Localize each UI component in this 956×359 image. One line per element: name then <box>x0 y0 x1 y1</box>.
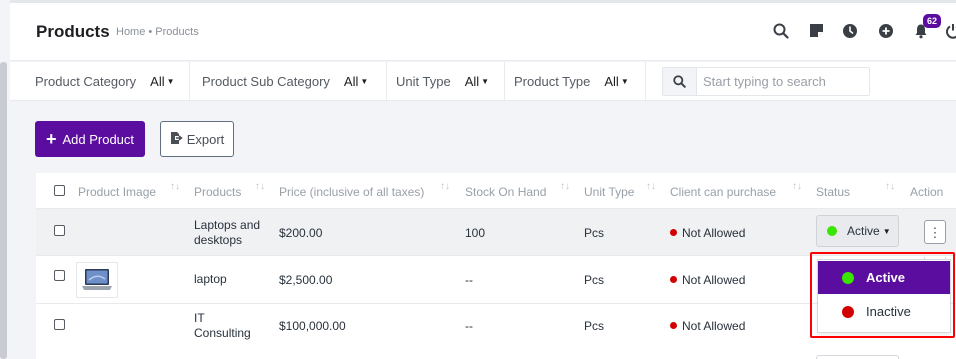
active-dot-icon <box>827 226 837 236</box>
stock-on-hand: -- <box>465 273 473 287</box>
laptop-thumbnail-icon <box>82 269 112 290</box>
export-button[interactable]: Export <box>160 121 234 157</box>
sort-icon[interactable]: ↑↓ <box>885 181 895 192</box>
export-icon <box>170 131 183 148</box>
caret-down-icon: ▼ <box>166 76 175 86</box>
page-title: Products <box>36 22 110 41</box>
product-price: $200.00 <box>279 226 323 240</box>
plus-icon: + <box>45 129 57 149</box>
clock-icon[interactable] <box>841 23 859 41</box>
sort-icon[interactable]: ↑↓ <box>792 181 802 192</box>
filter-value: All <box>343 73 359 89</box>
power-icon[interactable] <box>944 23 956 41</box>
product-name-line: desktops <box>194 233 243 247</box>
unit-type: Pcs <box>584 226 605 240</box>
table-row[interactable]: Laptops and desktops $200.00 100 Pcs Not… <box>36 209 956 256</box>
search-box <box>662 67 870 96</box>
column-header: Action <box>910 185 944 199</box>
breadcrumb: Home • Products <box>116 26 199 38</box>
sort-icon[interactable]: ↑↓ <box>440 181 450 192</box>
more-actions-button[interactable]: ⋮ <box>924 220 946 244</box>
product-price: $100,000.00 <box>279 319 346 333</box>
column-header[interactable]: Unit Type <box>584 185 634 199</box>
status-select[interactable] <box>816 355 899 359</box>
sort-icon[interactable]: ↑↓ <box>560 181 570 192</box>
client-can-purchase: Not Allowed <box>670 273 745 287</box>
column-header[interactable]: Client can purchase <box>670 185 776 199</box>
sticky-note-icon[interactable] <box>807 23 825 41</box>
product-name-line: Laptops and <box>194 218 261 232</box>
status-dot-icon <box>670 322 677 330</box>
filter-product-category[interactable]: Product Category All ▼ <box>10 62 190 100</box>
sort-icon[interactable]: ↑↓ <box>170 181 180 192</box>
product-name[interactable]: IT Consulting <box>194 311 251 341</box>
sort-icon[interactable]: ↑↓ <box>255 181 265 192</box>
product-name-line: Consulting <box>194 326 251 340</box>
filter-label: Product Category <box>35 73 137 89</box>
add-product-button[interactable]: + Add Product <box>35 121 145 157</box>
filter-label: Product Type <box>514 73 591 89</box>
highlight-box <box>810 252 955 338</box>
product-name-line: IT <box>194 311 205 325</box>
status-dot-icon <box>670 276 677 284</box>
status-select[interactable]: Active ▼ <box>816 215 899 247</box>
column-header[interactable]: Products <box>194 185 241 199</box>
sort-icon[interactable]: ↑↓ <box>646 181 656 192</box>
filter-unit-type[interactable]: Unit Type All ▼ <box>387 62 505 100</box>
caret-down-icon: ▼ <box>882 226 891 236</box>
client-purchase-label: Not Allowed <box>682 319 746 333</box>
stock-on-hand: -- <box>465 319 473 333</box>
filter-bar: Product Category All ▼ Product Sub Categ… <box>10 62 956 101</box>
filter-value: All <box>150 73 165 89</box>
unit-type: Pcs <box>584 319 605 333</box>
filter-value: All <box>464 73 480 89</box>
client-purchase-label: Not Allowed <box>682 226 746 240</box>
client-purchase-label: Not Allowed <box>682 273 746 287</box>
kebab-menu-icon: ⋮ <box>928 224 942 240</box>
product-price: $2,500.00 <box>279 273 333 287</box>
caret-down-icon: ▼ <box>360 76 369 86</box>
row-checkbox[interactable] <box>54 319 65 330</box>
status-dot-icon <box>670 229 677 237</box>
filter-label: Product Sub Category <box>202 73 330 89</box>
page-header: Products Home • Products 62 <box>10 3 956 61</box>
stock-on-hand: 100 <box>465 226 486 240</box>
table-row <box>36 350 956 359</box>
column-header[interactable]: Stock On Hand <box>465 185 546 199</box>
product-name[interactable]: laptop <box>194 272 227 286</box>
left-scroll-area <box>0 0 10 359</box>
search-input[interactable] <box>697 74 867 89</box>
export-label: Export <box>186 131 225 147</box>
search-icon <box>663 68 697 95</box>
product-image <box>76 262 118 298</box>
filter-value: All <box>604 73 619 89</box>
notification-badge: 62 <box>923 14 942 28</box>
select-all-checkbox[interactable] <box>54 185 65 196</box>
filter-product-sub-category[interactable]: Product Sub Category All ▼ <box>190 62 387 100</box>
caret-down-icon: ▼ <box>481 76 490 86</box>
filter-product-type[interactable]: Product Type All ▼ <box>505 62 646 100</box>
column-header[interactable]: Product Image <box>78 185 156 199</box>
unit-type: Pcs <box>584 273 605 287</box>
row-checkbox[interactable] <box>54 270 65 281</box>
filter-label: Unit Type <box>396 73 451 89</box>
plus-circle-icon[interactable] <box>877 23 895 41</box>
add-product-label: Add Product <box>62 131 135 147</box>
caret-down-icon: ▼ <box>620 76 629 86</box>
product-name[interactable]: Laptops and desktops <box>194 218 260 248</box>
column-header[interactable]: Price (inclusive of all taxes) <box>279 185 424 199</box>
client-can-purchase: Not Allowed <box>670 319 745 333</box>
column-header[interactable]: Status <box>816 185 850 199</box>
scrollbar-thumb[interactable] <box>0 62 7 359</box>
row-checkbox[interactable] <box>54 225 65 236</box>
table-header: Product Image ↑↓ Products ↑↓ Price (incl… <box>36 173 956 209</box>
status-value: Active <box>847 224 880 238</box>
search-icon[interactable] <box>772 23 790 41</box>
client-can-purchase: Not Allowed <box>670 226 745 240</box>
